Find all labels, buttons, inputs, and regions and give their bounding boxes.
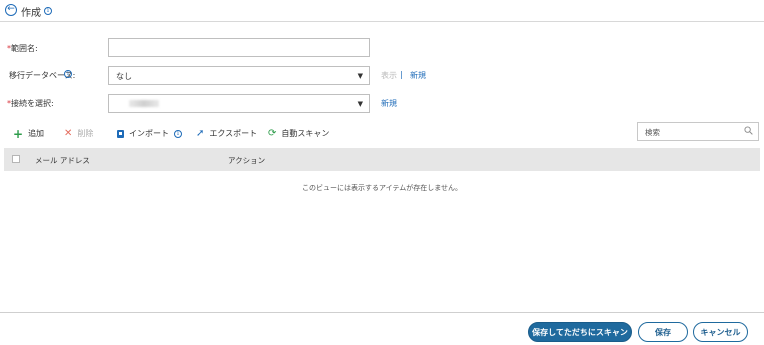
- new-migration-db-link[interactable]: 新規: [410, 70, 426, 81]
- select-all-checkbox[interactable]: [12, 155, 20, 163]
- close-icon: ✕: [64, 127, 73, 139]
- export-arrow-icon: ➚: [196, 127, 205, 139]
- page-title: 作成: [21, 8, 41, 19]
- connection-label: *接続を選択:: [7, 99, 54, 108]
- connection-select[interactable]: ▼: [108, 94, 370, 113]
- auto-scan-button[interactable]: ⟳ 自動スキャン: [268, 128, 329, 139]
- back-button[interactable]: ←: [5, 4, 17, 16]
- import-icon: [117, 129, 124, 138]
- range-name-input[interactable]: [108, 38, 370, 57]
- link-divider: |: [400, 70, 403, 79]
- info-icon[interactable]: i: [64, 70, 72, 78]
- delete-button[interactable]: ✕ 削除: [64, 128, 93, 139]
- column-header-action[interactable]: アクション: [228, 155, 265, 166]
- add-button[interactable]: + 追加: [13, 126, 44, 141]
- new-connection-link[interactable]: 新規: [381, 98, 397, 109]
- save-button[interactable]: 保存: [638, 322, 688, 342]
- arrow-left-icon: ←: [7, 4, 15, 14]
- empty-message: このビューには表示するアイテムが存在しません。: [301, 184, 463, 192]
- refresh-icon: ⟳: [268, 127, 277, 139]
- plus-icon: +: [13, 126, 24, 141]
- range-name-label: *範囲名:: [7, 44, 38, 53]
- search-input[interactable]: 検索: [637, 122, 759, 141]
- migration-db-select[interactable]: なし ▼: [108, 66, 370, 85]
- import-button[interactable]: インポート i: [117, 128, 182, 139]
- column-header-email[interactable]: メール アドレス: [35, 155, 90, 166]
- cancel-button[interactable]: キャンセル: [693, 322, 748, 342]
- dropdown-arrow-icon: ▼: [357, 100, 363, 108]
- info-icon[interactable]: i: [174, 129, 182, 138]
- search-icon[interactable]: [744, 126, 753, 135]
- dropdown-arrow-icon: ▼: [357, 72, 363, 80]
- header-divider: [0, 21, 764, 22]
- show-link[interactable]: 表示: [381, 70, 397, 81]
- footer-divider: [0, 312, 764, 313]
- export-button[interactable]: ➚ エクスポート: [196, 128, 257, 139]
- info-icon[interactable]: i: [44, 7, 52, 15]
- table-header: メール アドレス アクション: [4, 148, 760, 171]
- redacted-value: [129, 100, 159, 107]
- save-and-scan-button[interactable]: 保存してただちにスキャン: [528, 322, 632, 342]
